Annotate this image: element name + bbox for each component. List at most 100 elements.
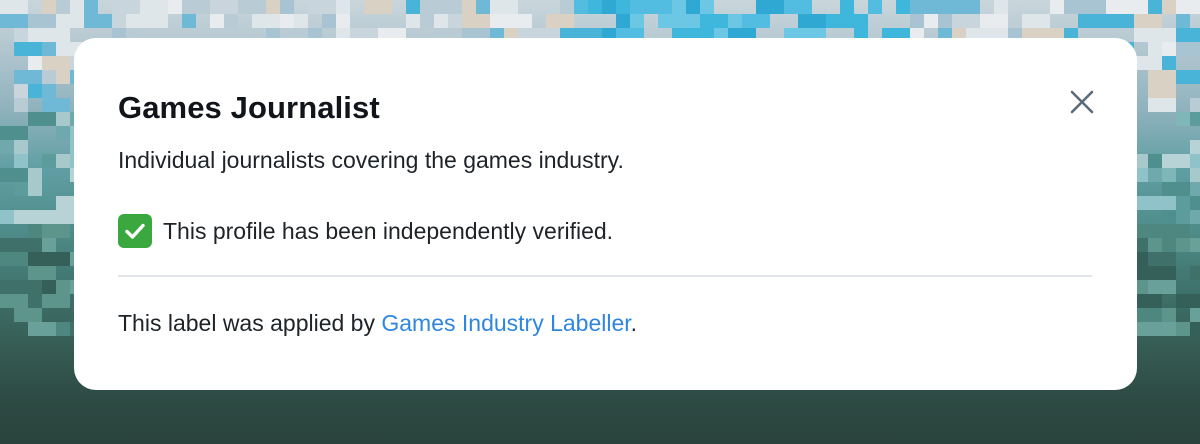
background-pixel — [28, 252, 70, 266]
close-button[interactable] — [1064, 84, 1100, 120]
background-pixel — [280, 0, 294, 14]
background-pixel — [1190, 112, 1200, 126]
background-pixel — [1190, 140, 1200, 154]
background-pixel — [1176, 28, 1200, 42]
background-pixel — [14, 154, 28, 168]
background-pixel — [252, 14, 280, 28]
background-pixel — [28, 42, 42, 56]
background-pixel — [14, 140, 28, 154]
background-pixel — [42, 294, 70, 308]
background-pixel — [0, 238, 42, 252]
background-pixel — [14, 98, 28, 112]
background-pixel — [910, 0, 938, 14]
background-pixel — [1162, 280, 1176, 294]
background-pixel — [924, 14, 938, 28]
background-pixel — [1148, 322, 1176, 336]
background-pixel — [42, 224, 70, 238]
background-pixel — [28, 28, 70, 42]
background-pixel — [574, 0, 588, 14]
background-pixel — [42, 84, 56, 98]
background-pixel — [1148, 84, 1176, 98]
dialog-title: Games Journalist — [118, 90, 380, 125]
background-pixel — [420, 14, 434, 28]
applied-by-text: This label was applied by Games Industry… — [118, 310, 637, 337]
background-pixel — [1190, 266, 1200, 280]
background-pixel — [490, 0, 518, 14]
background-pixel — [336, 14, 350, 28]
background-pixel — [1190, 308, 1200, 322]
background-pixel — [1134, 28, 1176, 42]
background-pixel — [28, 322, 56, 336]
background-pixel — [1162, 56, 1176, 70]
background-pixel — [658, 14, 700, 28]
background-pixel — [784, 0, 798, 14]
applied-by-suffix: . — [630, 310, 638, 336]
background-pixel — [1190, 196, 1200, 210]
verified-text: This profile has been independently veri… — [163, 217, 614, 244]
background-pixel — [938, 0, 980, 14]
background-pixel — [1148, 224, 1190, 238]
background-pixel — [1162, 308, 1176, 322]
close-icon — [1070, 90, 1094, 114]
background-pixel — [1176, 0, 1200, 14]
background-pixel — [294, 14, 308, 28]
background-pixel — [42, 98, 70, 112]
background-pixel — [0, 280, 42, 294]
background-pixel — [28, 168, 42, 182]
background-pixel — [112, 14, 126, 28]
background-pixel — [1190, 210, 1200, 224]
background-pixel — [686, 0, 700, 14]
background-pixel — [28, 266, 56, 280]
background-pixel — [56, 280, 70, 294]
background-pixel — [1064, 0, 1106, 14]
background-pixel — [238, 0, 266, 14]
background-pixel — [28, 84, 42, 98]
background-pixel — [14, 210, 28, 224]
applied-by-prefix: This label was applied by — [118, 310, 382, 336]
background-pixel — [140, 14, 168, 28]
background-pixel — [1148, 70, 1176, 84]
background-pixel — [168, 0, 182, 14]
background-pixel — [630, 0, 672, 14]
background-pixel — [994, 0, 1008, 14]
background-pixel — [1176, 112, 1190, 126]
background-pixel — [1176, 294, 1200, 308]
background-pixel — [0, 0, 28, 14]
labeller-link[interactable]: Games Industry Labeller — [381, 310, 630, 336]
background-pixel — [742, 14, 770, 28]
background-pixel — [182, 14, 196, 28]
background-pixel — [28, 182, 42, 196]
background-pixel — [1134, 308, 1162, 322]
background-pixel — [1190, 322, 1200, 336]
verified-notice: This profile has been independently veri… — [118, 214, 613, 248]
background-pixel — [448, 0, 462, 14]
background-pixel — [1176, 196, 1190, 210]
background-pixel — [126, 14, 140, 28]
background-pixel — [224, 14, 238, 28]
divider — [118, 275, 1092, 277]
background-pixel — [630, 14, 644, 28]
background-pixel — [280, 14, 294, 28]
background-pixel — [84, 0, 98, 14]
background-pixel — [1148, 252, 1176, 266]
background-pixel — [336, 0, 350, 14]
background-pixel — [980, 14, 1008, 28]
background-pixel — [1078, 14, 1120, 28]
check-mark-icon — [118, 214, 152, 248]
background-pixel — [1134, 196, 1176, 210]
background-pixel — [490, 14, 532, 28]
background-pixel — [112, 0, 140, 14]
background-pixel — [1190, 168, 1200, 182]
background-pixel — [1190, 238, 1200, 252]
background-pixel — [700, 14, 728, 28]
background-pixel — [224, 0, 238, 14]
background-pixel — [1176, 42, 1200, 56]
label-info-dialog: Games Journalist Individual journalists … — [74, 38, 1137, 390]
label-description: Individual journalists covering the game… — [118, 147, 624, 173]
background-pixel — [952, 14, 966, 28]
background-pixel — [1190, 70, 1200, 84]
background-pixel — [1134, 14, 1162, 28]
background-pixel — [840, 0, 854, 14]
background-pixel — [14, 308, 42, 322]
background-pixel — [28, 224, 42, 238]
